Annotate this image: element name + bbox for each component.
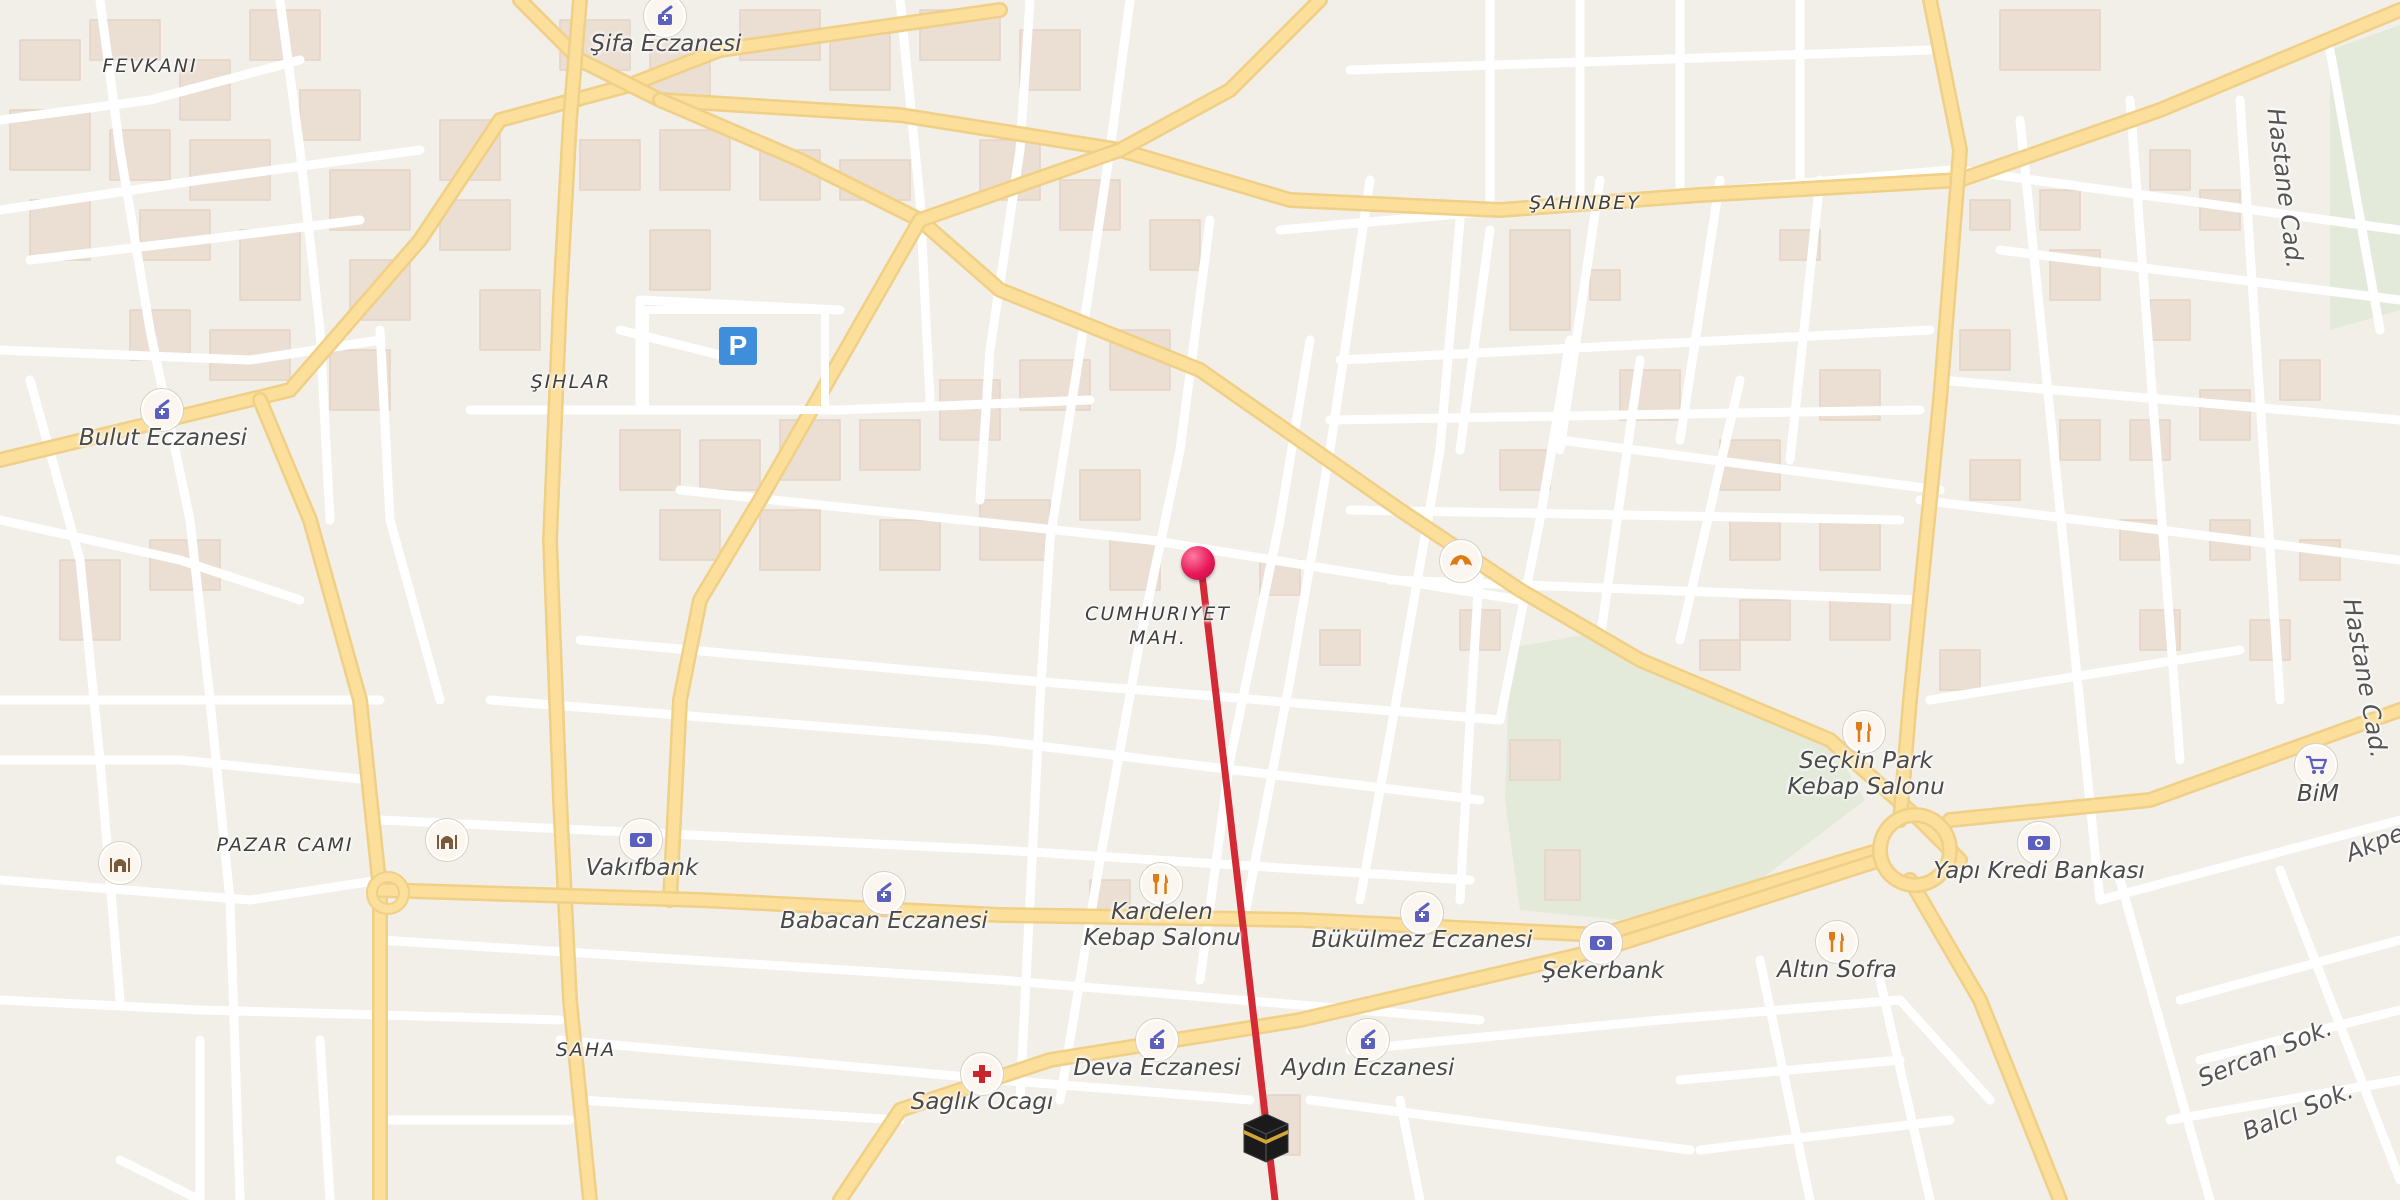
poi-label-vakifbank[interactable]: Vakıfbank xyxy=(586,855,699,881)
poi-label-kardelen[interactable]: Kardelen xyxy=(1111,899,1213,925)
poi-label-bim[interactable]: BiM xyxy=(2297,781,2339,807)
poi-label-saglik-ocagi[interactable]: Saglık Ocagı xyxy=(911,1089,1054,1115)
mosque-icon[interactable] xyxy=(99,842,141,884)
district-label-fevkani: FEVKANI xyxy=(102,55,198,77)
parking-icon[interactable]: P xyxy=(719,327,757,365)
poi-label-sekerbank[interactable]: Şekerbank xyxy=(1542,958,1664,984)
location-pin-icon[interactable] xyxy=(1181,546,1215,580)
poi-label-sifa-eczanesi[interactable]: Şifa Eczanesi xyxy=(591,31,742,57)
bakery-icon[interactable] xyxy=(1440,540,1482,582)
poi-label-babacan-eczanesi[interactable]: Babacan Eczanesi xyxy=(780,908,988,934)
restaurant-icon[interactable] xyxy=(1843,711,1885,753)
district-label-cumhuriyet-mah: MAH. xyxy=(1129,627,1187,649)
kaaba-icon[interactable] xyxy=(1240,1112,1292,1164)
map-canvas[interactable]: FEVKANI ŞAHINBEY ŞIHLAR CUMHURIYET MAH. … xyxy=(0,0,2400,1200)
map-base-layer xyxy=(0,0,2400,1200)
poi-label-bukulmez-eczanesi[interactable]: Bükülmez Eczanesi xyxy=(1311,927,1532,953)
district-label-saha: SAHA xyxy=(555,1039,617,1061)
district-label-sihlar: ŞIHLAR xyxy=(530,371,612,393)
poi-label-aydin-eczanesi[interactable]: Aydın Eczanesi xyxy=(1282,1055,1455,1081)
district-label-pazar-cami: PAZAR CAMI xyxy=(216,834,354,856)
poi-label-kardelen-kebap-salonu[interactable]: Kebap Salonu xyxy=(1083,925,1240,951)
district-label-cumhuriyet: CUMHURIYET xyxy=(1085,603,1231,625)
district-label-sahinbey: ŞAHINBEY xyxy=(1529,192,1641,214)
poi-label-deva-eczanesi[interactable]: Deva Eczanesi xyxy=(1073,1055,1240,1081)
mosque-icon[interactable] xyxy=(426,819,468,861)
poi-label-altin-sofra[interactable]: Altın Sofra xyxy=(1777,957,1897,983)
poi-label-bulut-eczanesi[interactable]: Bulut Eczanesi xyxy=(79,425,247,451)
poi-label-yapi-kredi-bankasi[interactable]: Yapı Kredi Bankası xyxy=(1933,858,2145,884)
poi-label-seckin-park-kebap-salonu[interactable]: Kebap Salonu xyxy=(1787,774,1944,800)
shopping-cart-icon[interactable] xyxy=(2295,744,2337,786)
poi-label-seckin-park[interactable]: Seçkin Park xyxy=(1799,748,1933,774)
